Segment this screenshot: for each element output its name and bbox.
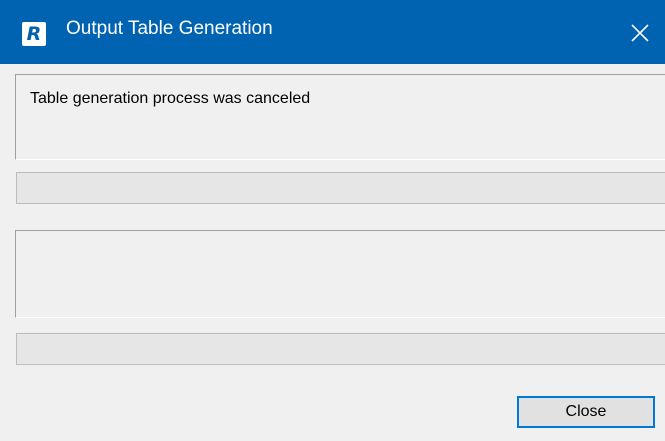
close-window-button[interactable] <box>615 0 665 64</box>
r-logo-icon: R <box>22 22 46 46</box>
details-panel <box>15 230 665 318</box>
close-icon <box>631 24 649 42</box>
close-button[interactable]: Close <box>517 396 655 428</box>
progress-bar-primary <box>16 172 665 204</box>
title-bar[interactable]: R Output Table Generation <box>0 0 665 64</box>
progress-bar-secondary <box>16 333 665 365</box>
dialog-window: R Output Table Generation Table generati… <box>0 0 665 441</box>
window-title: Output Table Generation <box>66 18 273 39</box>
message-panel: Table generation process was canceled <box>15 74 665 160</box>
status-message: Table generation process was canceled <box>30 90 311 107</box>
